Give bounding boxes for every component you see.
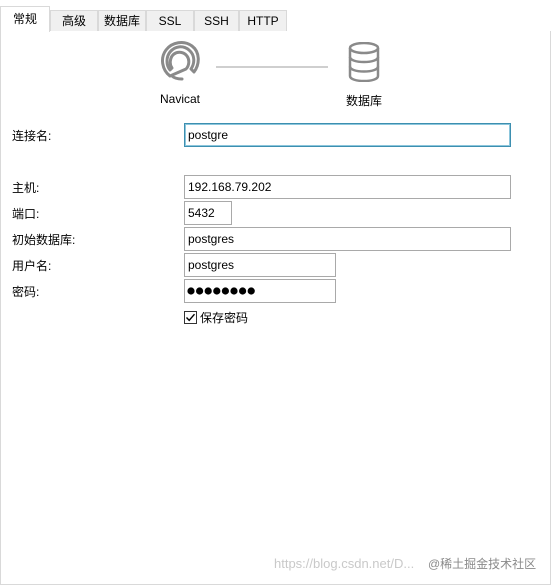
password-dot: [247, 287, 255, 295]
password-dot: [187, 287, 195, 295]
password-dot: [196, 287, 204, 295]
connection-name-label: 连接名:: [12, 129, 52, 143]
tab-bar: 常规 高级 数据库 SSL SSH HTTP: [0, 0, 551, 32]
password-dot: [221, 287, 229, 295]
username-input[interactable]: [184, 253, 336, 277]
tab-database[interactable]: 数据库: [98, 10, 146, 32]
connection-line: [216, 66, 328, 68]
database-caption: 数据库: [345, 94, 382, 108]
password-dot: [239, 287, 247, 295]
host-label: 主机:: [12, 181, 40, 195]
watermark-url: https://blog.csdn.net/D...: [274, 556, 415, 571]
navicat-logo-icon: [161, 41, 200, 81]
port-input[interactable]: [184, 201, 232, 225]
tab-advanced[interactable]: 高级: [50, 10, 98, 32]
tab-ssl[interactable]: SSL: [146, 10, 194, 32]
tab-general[interactable]: 常规: [0, 6, 50, 32]
port-label: 端口:: [12, 207, 40, 221]
password-dot: [204, 287, 212, 295]
navicat-caption: Navicat: [159, 92, 200, 106]
tab-http[interactable]: HTTP: [239, 10, 287, 32]
save-password-label: 保存密码: [200, 311, 249, 325]
tab-ssh[interactable]: SSH: [194, 10, 239, 32]
database-icon: [348, 42, 380, 82]
password-mask: [187, 287, 255, 295]
password-label: 密码:: [12, 285, 40, 299]
password-dot: [230, 287, 238, 295]
initial-database-input[interactable]: [184, 227, 511, 251]
check-icon: [185, 313, 196, 322]
host-input[interactable]: [184, 175, 511, 199]
connection-name-input[interactable]: [184, 123, 511, 147]
general-panel: [0, 31, 551, 585]
password-dot: [213, 287, 221, 295]
watermark-badge: @稀土掘金技术社区: [428, 557, 537, 571]
save-password-checkbox[interactable]: [184, 311, 197, 324]
username-label: 用户名:: [12, 259, 52, 273]
initial-database-label: 初始数据库:: [12, 233, 76, 247]
